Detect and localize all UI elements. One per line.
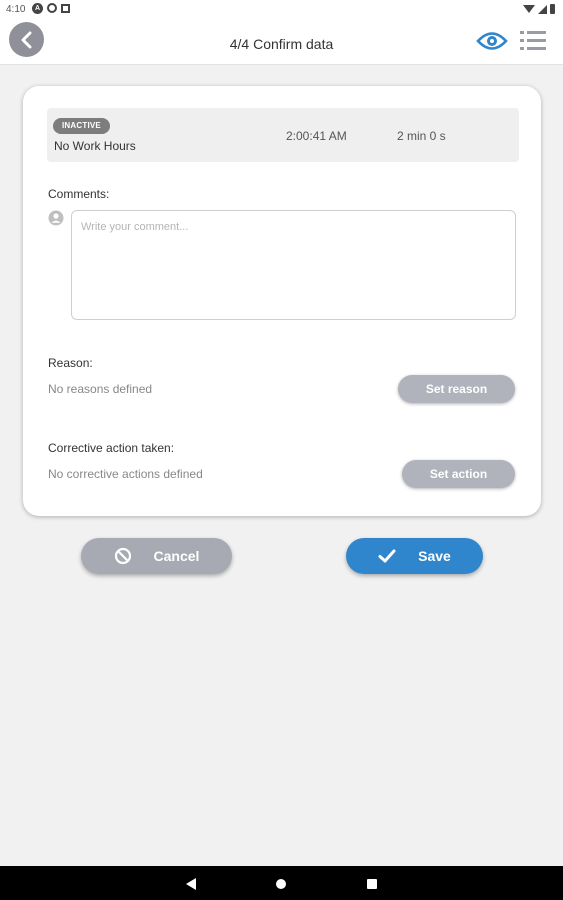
app-bar: 4/4 Confirm data	[0, 20, 563, 65]
record-duration: 2 min 0 s	[397, 129, 446, 143]
nav-recents-icon[interactable]	[367, 879, 377, 889]
set-action-button[interactable]: Set action	[402, 460, 515, 488]
battery-icon	[550, 4, 555, 14]
record-time: 2:00:41 AM	[286, 129, 347, 143]
comments-label: Comments:	[48, 187, 110, 201]
message-notification-icon	[47, 3, 57, 13]
record-name: No Work Hours	[54, 139, 136, 153]
wifi-icon	[523, 5, 535, 13]
reason-empty-text: No reasons defined	[48, 382, 153, 396]
reason-label: Reason:	[48, 356, 93, 370]
ban-icon	[114, 547, 132, 565]
nav-back-icon[interactable]	[186, 878, 196, 890]
confirm-card: INACTIVE No Work Hours 2:00:41 AM 2 min …	[23, 86, 541, 516]
status-time: 4:10	[6, 4, 26, 15]
list-icon	[520, 31, 546, 50]
system-icons	[523, 4, 555, 14]
check-icon	[378, 547, 396, 565]
record-summary: INACTIVE No Work Hours 2:00:41 AM 2 min …	[47, 108, 519, 162]
status-badge: INACTIVE	[53, 118, 110, 134]
app-notification-icon: A	[32, 3, 43, 14]
cancel-label: Cancel	[153, 548, 200, 564]
storage-notification-icon	[61, 4, 70, 13]
eye-icon	[476, 32, 508, 50]
status-bar: 4:10 A	[0, 0, 563, 20]
comment-input[interactable]	[71, 210, 516, 320]
save-button[interactable]: Save	[346, 538, 483, 574]
system-nav-bar	[0, 866, 563, 900]
nav-home-icon[interactable]	[276, 879, 286, 889]
user-icon	[48, 210, 64, 226]
save-label: Save	[418, 548, 451, 564]
corrective-action-empty-text: No corrective actions defined	[48, 467, 203, 481]
list-button[interactable]	[520, 30, 546, 52]
preview-button[interactable]	[476, 30, 508, 52]
set-reason-button[interactable]: Set reason	[398, 375, 515, 403]
corrective-action-label: Corrective action taken:	[48, 441, 175, 455]
notification-icons: A	[32, 3, 70, 14]
signal-icon	[538, 4, 547, 14]
cancel-button[interactable]: Cancel	[81, 538, 232, 574]
